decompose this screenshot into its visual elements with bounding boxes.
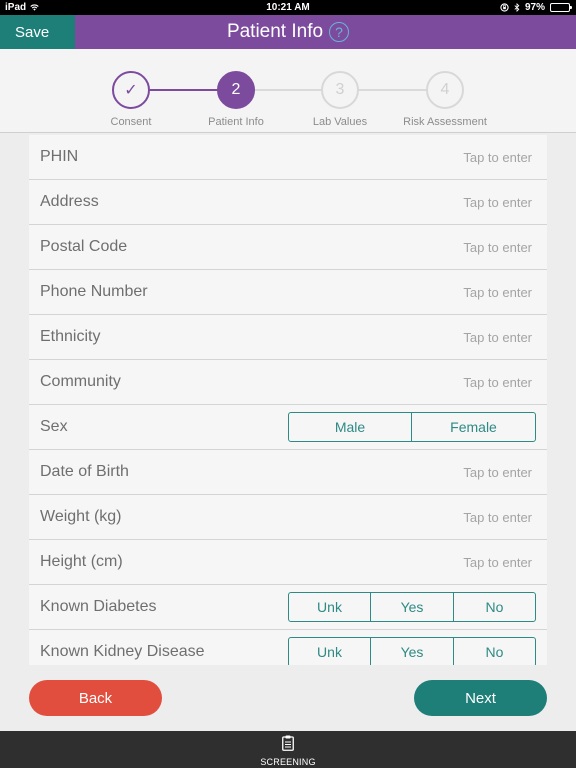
field-weight[interactable]: Weight (kg) Tap to enter <box>29 495 547 540</box>
step-label: Risk Assessment <box>403 116 487 128</box>
title-wrap: Patient Info ? <box>0 15 576 49</box>
field-label: Weight (kg) <box>40 508 122 525</box>
tab-screening[interactable]: SCREENING <box>258 735 318 768</box>
battery-percent: 97% <box>524 2 545 13</box>
field-label: Known Diabetes <box>40 598 157 615</box>
diabetes-option-unk[interactable]: Unk <box>289 593 370 621</box>
help-icon[interactable]: ? <box>329 22 350 42</box>
orientation-lock-icon <box>500 3 509 12</box>
step-lab-values[interactable]: 3 Lab Values <box>290 71 390 128</box>
field-phone-number[interactable]: Phone Number Tap to enter <box>29 270 547 315</box>
progress-stepper: ✓ Consent 2 Patient Info 3 Lab Values 4 … <box>0 49 576 133</box>
diabetes-option-no[interactable]: No <box>453 593 535 621</box>
step-number: 3 <box>321 71 359 109</box>
step-label: Lab Values <box>312 116 368 128</box>
step-number: 4 <box>426 71 464 109</box>
phone-number-input[interactable]: Tap to enter <box>463 285 532 300</box>
kidney-segmented-control[interactable]: Unk Yes No <box>288 637 536 665</box>
field-label: Phone Number <box>40 283 148 300</box>
status-right: 97% <box>500 2 572 13</box>
field-label: Date of Birth <box>40 463 129 480</box>
phin-input[interactable]: Tap to enter <box>463 150 532 165</box>
weight-input[interactable]: Tap to enter <box>463 510 532 525</box>
date-of-birth-input[interactable]: Tap to enter <box>463 465 532 480</box>
next-button[interactable]: Next <box>414 680 547 716</box>
page-title: Patient Info <box>226 21 324 42</box>
kidney-option-no[interactable]: No <box>453 638 535 665</box>
field-postal-code[interactable]: Postal Code Tap to enter <box>29 225 547 270</box>
diabetes-segmented-control[interactable]: Unk Yes No <box>288 592 536 622</box>
ethnicity-input[interactable]: Tap to enter <box>463 330 532 345</box>
sex-segmented-control[interactable]: Male Female <box>288 412 536 442</box>
status-time: 10:21 AM <box>266 2 310 13</box>
step-label: Consent <box>110 116 152 128</box>
field-ethnicity[interactable]: Ethnicity Tap to enter <box>29 315 547 360</box>
field-label: Height (cm) <box>40 553 123 570</box>
field-label: PHIN <box>40 148 79 165</box>
field-community[interactable]: Community Tap to enter <box>29 360 547 405</box>
save-button[interactable]: Save <box>0 15 75 49</box>
kidney-option-unk[interactable]: Unk <box>289 638 370 665</box>
field-height[interactable]: Height (cm) Tap to enter <box>29 540 547 585</box>
back-button[interactable]: Back <box>29 680 162 716</box>
field-label: Known Kidney Disease <box>40 643 205 660</box>
step-patient-info[interactable]: 2 Patient Info <box>186 71 286 128</box>
patient-info-form[interactable]: PHIN Tap to enter Address Tap to enter P… <box>29 135 547 665</box>
field-label: Sex <box>40 418 68 435</box>
sex-option-female[interactable]: Female <box>411 413 535 441</box>
community-input[interactable]: Tap to enter <box>463 375 532 390</box>
field-known-diabetes: Known Diabetes Unk Yes No <box>29 585 547 630</box>
field-date-of-birth[interactable]: Date of Birth Tap to enter <box>29 450 547 495</box>
step-risk-assessment[interactable]: 4 Risk Assessment <box>395 71 495 128</box>
step-consent[interactable]: ✓ Consent <box>81 71 181 128</box>
step-number: 2 <box>217 71 255 109</box>
kidney-option-yes[interactable]: Yes <box>370 638 453 665</box>
sex-option-male[interactable]: Male <box>289 413 411 441</box>
field-sex: Sex Male Female <box>29 405 547 450</box>
height-input[interactable]: Tap to enter <box>463 555 532 570</box>
field-label: Postal Code <box>40 238 128 255</box>
field-label: Address <box>40 193 99 210</box>
step-label: Patient Info <box>208 116 264 128</box>
tab-bar: SCREENING <box>0 731 576 768</box>
address-input[interactable]: Tap to enter <box>463 195 532 210</box>
diabetes-option-yes[interactable]: Yes <box>370 593 453 621</box>
battery-icon <box>550 3 572 12</box>
clipboard-icon <box>282 735 294 751</box>
field-label: Ethnicity <box>40 328 101 345</box>
field-known-kidney-disease: Known Kidney Disease Unk Yes No <box>29 630 547 665</box>
field-address[interactable]: Address Tap to enter <box>29 180 547 225</box>
field-label: Community <box>40 373 121 390</box>
app-header: Save Patient Info ? <box>0 15 576 49</box>
bluetooth-icon <box>514 3 520 12</box>
checkmark-icon: ✓ <box>112 71 150 109</box>
tab-label: SCREENING <box>260 757 316 767</box>
field-phin[interactable]: PHIN Tap to enter <box>29 135 547 180</box>
status-bar: iPad 10:21 AM 97% <box>0 0 576 15</box>
postal-code-input[interactable]: Tap to enter <box>463 240 532 255</box>
